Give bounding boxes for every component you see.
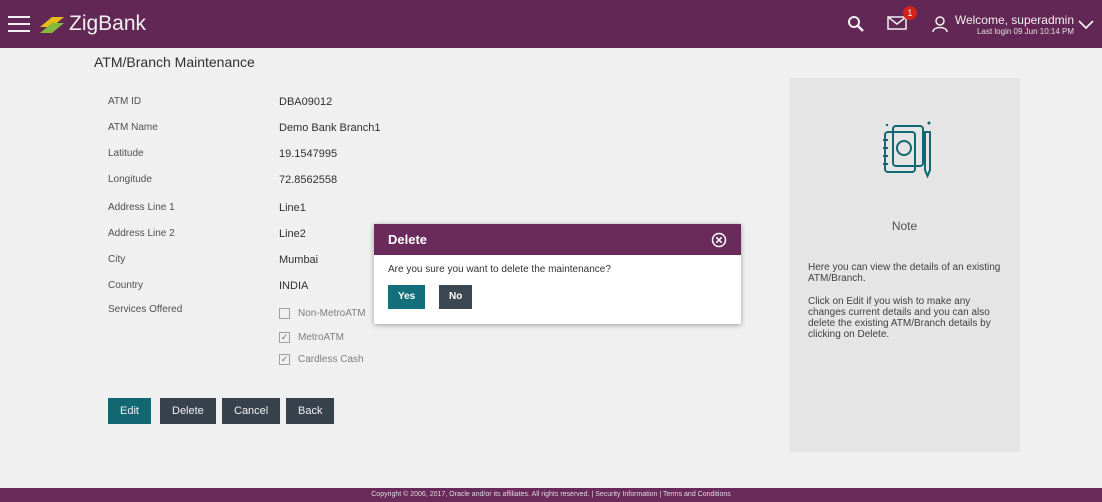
dialog-header: Delete [374, 224, 741, 255]
delete-confirm-dialog: Delete Are you sure you want to delete t… [374, 224, 741, 324]
no-button[interactable]: No [439, 285, 473, 309]
dialog-message: Are you sure you want to delete the main… [388, 264, 611, 275]
dialog-title: Delete [388, 232, 428, 247]
close-icon[interactable] [711, 232, 727, 248]
yes-button[interactable]: Yes [388, 285, 426, 309]
footer: Copyright © 2006, 2017, Oracle and/or it… [0, 488, 1102, 502]
